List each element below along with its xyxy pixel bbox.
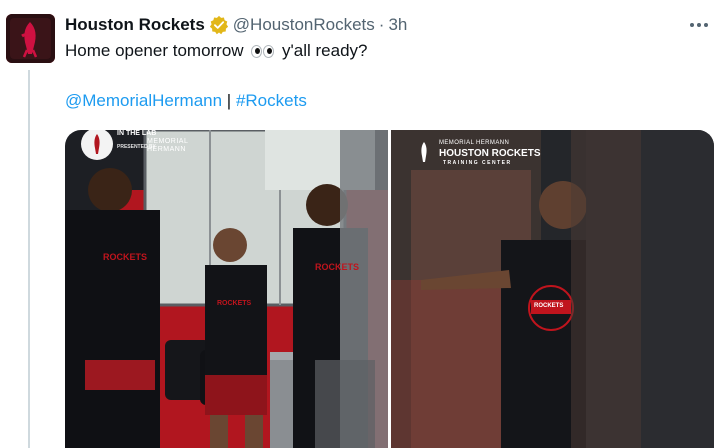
more-dots-icon bbox=[690, 23, 708, 27]
author-handle[interactable]: @HoustonRockets bbox=[233, 15, 375, 35]
photo-1-image bbox=[65, 130, 388, 448]
media-photo-1[interactable]: IN THE LAB PRESENTED BY MEMORIAL HERMANN… bbox=[65, 130, 388, 448]
thread-line bbox=[28, 70, 30, 448]
tweet-text-part2: y'all ready? bbox=[282, 41, 368, 60]
logo-line1: MEMORIAL HERMANN bbox=[439, 140, 510, 146]
shirt-text: ROCKETS bbox=[534, 303, 564, 309]
media-photo-2[interactable]: MEMORIAL HERMANN HOUSTON ROCKETS TRAININ… bbox=[391, 130, 714, 448]
logo-line2: HOUSTON ROCKETS bbox=[439, 148, 541, 159]
tweet-text-part1: Home opener tomorrow bbox=[65, 41, 244, 60]
media-grid: IN THE LAB PRESENTED BY MEMORIAL HERMANN… bbox=[65, 130, 714, 448]
jersey-center-text: ROCKETS bbox=[217, 300, 252, 307]
rockets-logo-icon bbox=[6, 14, 55, 63]
eyes-emoji-icon bbox=[251, 45, 275, 59]
avatar[interactable] bbox=[6, 14, 55, 63]
mention-link[interactable]: @MemorialHermann bbox=[65, 91, 222, 110]
jersey-left-text: ROCKETS bbox=[103, 252, 148, 262]
verified-badge-icon bbox=[209, 15, 228, 35]
author-name[interactable]: Houston Rockets bbox=[65, 15, 205, 35]
tweet-tags: @MemorialHermann | #Rockets bbox=[65, 91, 307, 111]
tweet-text: Home opener tomorrow y'all ready? bbox=[65, 41, 368, 61]
sponsor-line1: MEMORIAL bbox=[147, 138, 189, 145]
jersey-right-text: ROCKETS bbox=[315, 262, 360, 272]
sponsor-line2: HERMANN bbox=[147, 146, 186, 153]
separator-dot: · bbox=[378, 15, 385, 34]
badge-title: IN THE LAB bbox=[117, 130, 157, 137]
tweet-header: Houston Rockets @HoustonRockets · 3h bbox=[65, 14, 407, 36]
timestamp[interactable]: 3h bbox=[388, 15, 407, 35]
more-options-button[interactable] bbox=[684, 12, 714, 38]
hashtag-link[interactable]: #Rockets bbox=[236, 91, 307, 110]
logo-line3: TRAINING CENTER bbox=[443, 160, 512, 166]
photo-2-image bbox=[391, 130, 714, 448]
tag-separator: | bbox=[222, 91, 236, 110]
